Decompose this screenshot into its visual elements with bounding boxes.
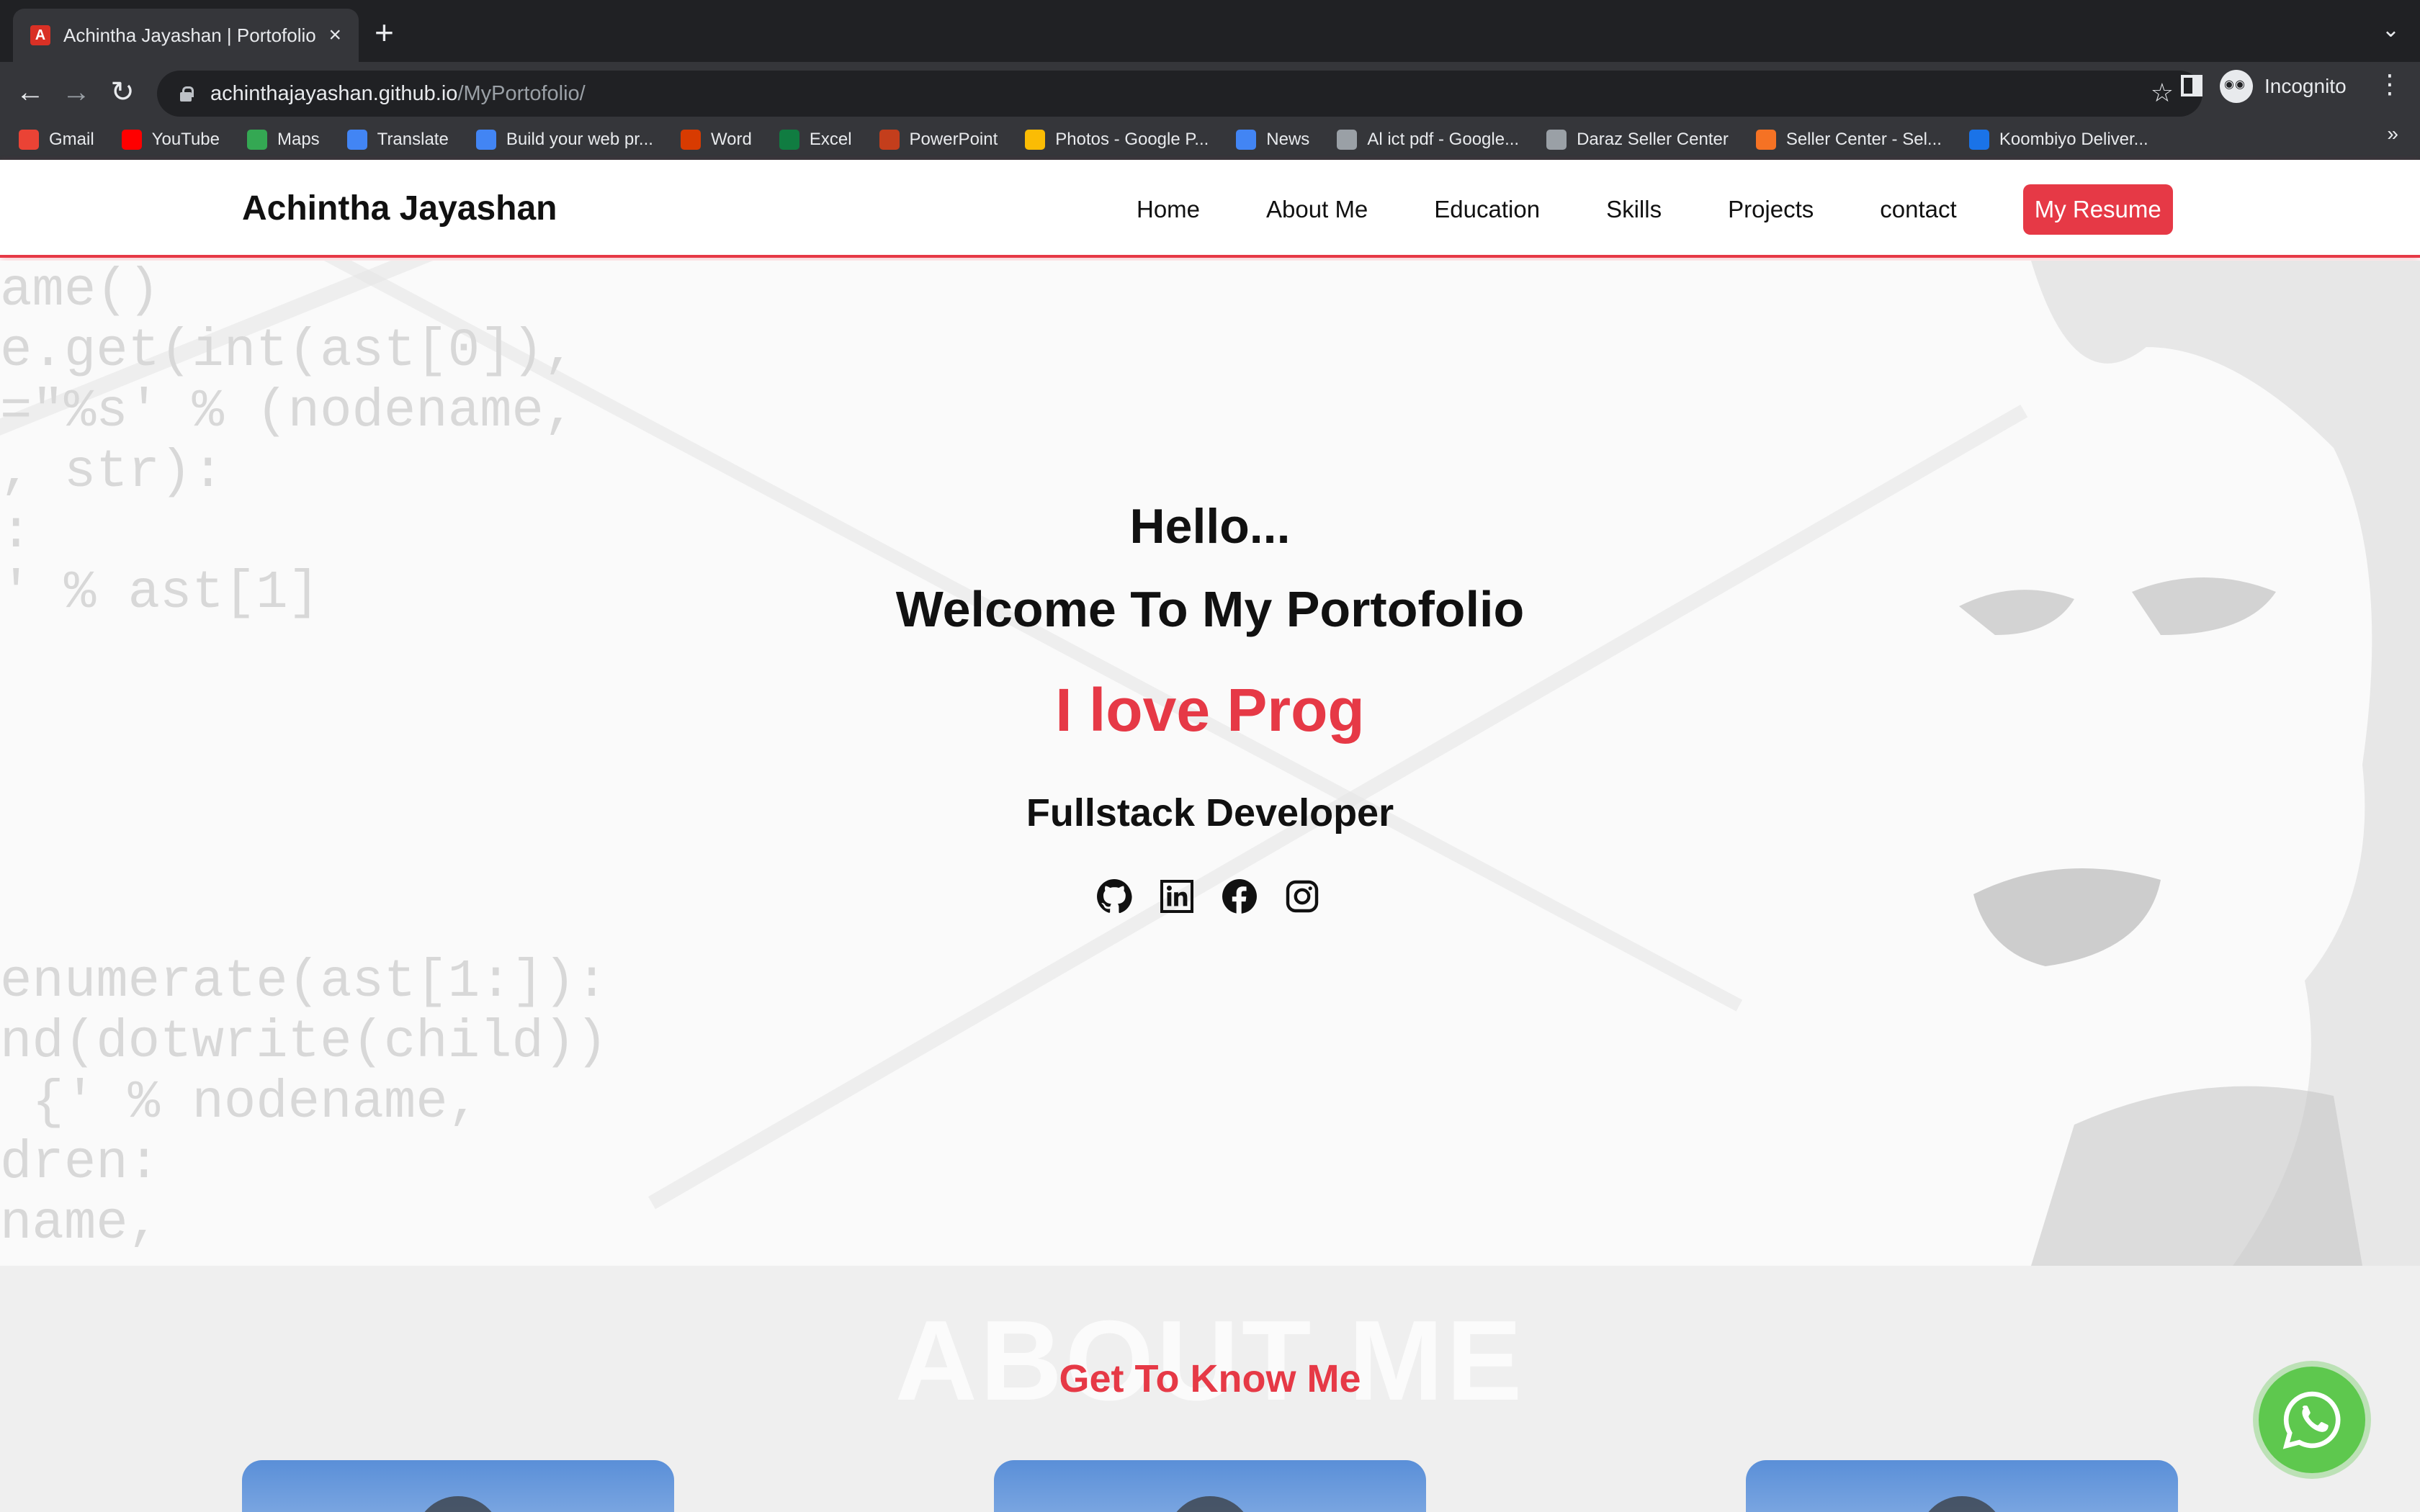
koombiyo-icon (1968, 130, 1989, 150)
bookmark-label: Build your web pr... (506, 130, 653, 149)
bookmark-item[interactable]: Gmail (19, 130, 94, 150)
browser-tab-bar: A Achintha Jayashan | Portofolio × + ⌄ (0, 0, 2420, 62)
nav-education[interactable]: Education (1434, 185, 1540, 234)
site-favicon-icon: A (30, 25, 50, 45)
url-host: achinthajayashan.github.io (210, 81, 458, 105)
news-icon (1236, 130, 1257, 150)
more-bookmarks-icon[interactable]: » (2387, 122, 2398, 145)
bookmark-item[interactable]: Seller Center - Sel... (1755, 130, 1942, 150)
about-subtitle: Get To Know Me (1059, 1357, 1361, 1400)
chevron-down-icon[interactable]: ⌄ (2382, 17, 2400, 42)
linkedin-icon[interactable] (1159, 878, 1195, 914)
bookmark-item[interactable]: PowerPoint (879, 130, 998, 150)
bookmark-label: Translate (377, 130, 449, 149)
bookmark-item[interactable]: Koombiyo Deliver... (1968, 130, 2148, 150)
facebook-icon[interactable] (1222, 878, 1258, 914)
maps-icon (246, 130, 267, 150)
bookmark-label: PowerPoint (909, 130, 998, 149)
forward-button[interactable]: → (56, 72, 97, 112)
back-button[interactable]: ← (10, 72, 50, 112)
bookmark-label: Al ict pdf - Google... (1367, 130, 1520, 149)
incognito-icon (2220, 70, 2253, 103)
main-nav: Home About Me Education Skills Projects … (1137, 184, 2173, 235)
lock-icon[interactable] (177, 85, 194, 102)
code-background-lower: enumerate(ast[1:]): nd(dotwrite(child)) … (0, 952, 608, 1254)
site-brand[interactable]: Achintha Jayashan (242, 189, 557, 228)
close-tab-icon[interactable]: × (328, 23, 341, 48)
bookmark-label: Daraz Seller Center (1577, 130, 1729, 149)
bookmark-item[interactable]: Maps (246, 130, 320, 150)
whatsapp-icon (2282, 1391, 2341, 1449)
nav-skills[interactable]: Skills (1606, 185, 1662, 234)
more-menu-icon[interactable]: ⋮ (2377, 69, 2403, 99)
whatsapp-button[interactable] (2259, 1367, 2365, 1473)
my-resume-button[interactable]: My Resume (2022, 184, 2173, 235)
instagram-icon[interactable] (1284, 878, 1320, 914)
incognito-indicator[interactable]: Incognito (2220, 69, 2347, 104)
bookmark-star-icon[interactable]: ☆ (2151, 78, 2174, 108)
url-path: /MyPortofolio/ (457, 81, 586, 105)
address-bar[interactable]: achinthajayashan.github.io/MyPortofolio/… (157, 71, 2202, 117)
about-card-image (242, 1460, 674, 1512)
bookmark-item[interactable]: Build your web pr... (475, 130, 653, 150)
portrait-background-image (1959, 261, 2420, 1266)
bookmark-item[interactable]: News (1236, 130, 1309, 150)
nav-contact[interactable]: contact (1880, 185, 1956, 234)
microsoft-icon (779, 130, 799, 150)
gmail-icon (19, 130, 39, 150)
translate-icon (346, 130, 367, 150)
bookmark-label: Photos - Google P... (1055, 130, 1209, 149)
code-background-upper: ame() e.get(int(ast[0]), ="%s' % (nodena… (0, 261, 576, 624)
side-panel-icon[interactable] (2181, 75, 2202, 96)
bookmark-label: Koombiyo Deliver... (1999, 130, 2148, 149)
hero-typed-text: I love Prog (1055, 676, 1365, 744)
photos-icon (1025, 130, 1046, 150)
hero-welcome: Welcome To My Portofolio (895, 581, 1525, 637)
powerpoint-icon (879, 130, 900, 150)
bookmark-label: YouTube (151, 130, 220, 149)
about-section: ABOUT ME Get To Know Me (0, 1266, 2420, 1512)
google-icon (475, 130, 496, 150)
tab-title: Achintha Jayashan | Portofolio (63, 24, 316, 46)
youtube-icon (121, 130, 142, 150)
reload-button[interactable]: ↻ (102, 72, 143, 112)
bookmark-label: Seller Center - Sel... (1785, 130, 1942, 149)
bookmark-label: News (1266, 130, 1310, 149)
browser-tab[interactable]: A Achintha Jayashan | Portofolio × (13, 9, 359, 62)
bookmark-label: Excel (809, 130, 852, 149)
nav-home[interactable]: Home (1137, 185, 1200, 234)
globe-icon (1546, 130, 1567, 150)
bookmark-label: Word (710, 130, 752, 149)
bookmark-item[interactable]: Photos - Google P... (1025, 130, 1209, 150)
bookmark-item[interactable]: Translate (346, 130, 449, 150)
incognito-label: Incognito (2264, 75, 2347, 97)
bookmark-item[interactable]: Al ict pdf - Google... (1337, 130, 1519, 150)
nav-projects[interactable]: Projects (1728, 185, 1814, 234)
nav-about[interactable]: About Me (1266, 185, 1368, 234)
bookmarks-bar: Gmail YouTube Maps Translate Build your web … (0, 120, 2420, 160)
bookmark-label: Maps (277, 130, 320, 149)
bookmark-item[interactable]: Daraz Seller Center (1546, 130, 1729, 150)
new-tab-button[interactable]: + (375, 16, 394, 49)
office-icon (680, 130, 701, 150)
github-icon[interactable] (1096, 878, 1132, 914)
social-links (1096, 878, 1347, 914)
bookmark-item[interactable]: Excel (779, 130, 852, 150)
hero-hello: Hello... (1129, 499, 1291, 554)
about-card-image (994, 1460, 1426, 1512)
about-card-image (1746, 1460, 2178, 1512)
hero-role: Fullstack Developer (1026, 791, 1394, 834)
daraz-icon (1755, 130, 1776, 150)
bookmark-label: Gmail (49, 130, 94, 149)
globe-icon (1337, 130, 1358, 150)
bookmark-item[interactable]: Word (680, 130, 752, 150)
site-header: Achintha Jayashan Home About Me Educatio… (0, 160, 2420, 258)
bookmark-item[interactable]: YouTube (121, 130, 220, 150)
hero-section: ame() e.get(int(ast[0]), ="%s' % (nodena… (0, 261, 2420, 1266)
